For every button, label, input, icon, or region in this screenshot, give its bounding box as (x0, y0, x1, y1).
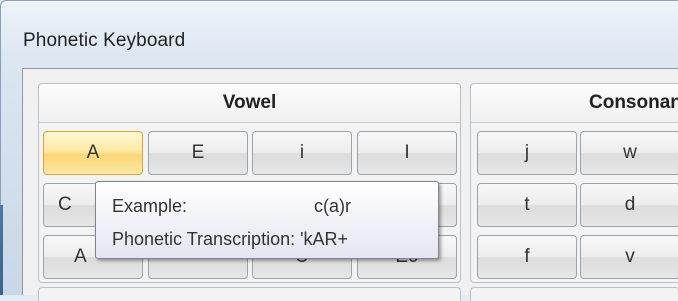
tooltip-example-label: Example: (112, 196, 188, 216)
vowel-key-a[interactable]: A (43, 131, 143, 175)
consonant-key-f[interactable]: f (477, 235, 577, 279)
vowel-key-i-upper[interactable]: I (357, 131, 457, 175)
window-title: Phonetic Keyboard (23, 30, 186, 51)
consonant-key-w[interactable]: w (580, 131, 678, 175)
vowel-group-title: Vowel (39, 84, 460, 123)
consonant-key-d[interactable]: d (580, 183, 678, 227)
consonant-key-v[interactable]: v (580, 235, 678, 279)
key-tooltip: Example: c(a)r Phonetic Transcription: '… (95, 181, 439, 259)
consonant-key-j[interactable]: j (477, 131, 577, 175)
vowel-key-i-lower[interactable]: i (252, 131, 352, 175)
tooltip-transcription: Phonetic Transcription: 'kAR+ (112, 229, 349, 249)
next-group-right (470, 287, 678, 301)
window-edge-accent (0, 205, 3, 295)
consonant-key-t[interactable]: t (477, 183, 577, 227)
next-group-left (38, 287, 461, 301)
vowel-key-e[interactable]: E (148, 131, 248, 175)
tooltip-example-value: c(a)r (314, 196, 351, 216)
consonant-group-title: Consonant (471, 84, 678, 123)
